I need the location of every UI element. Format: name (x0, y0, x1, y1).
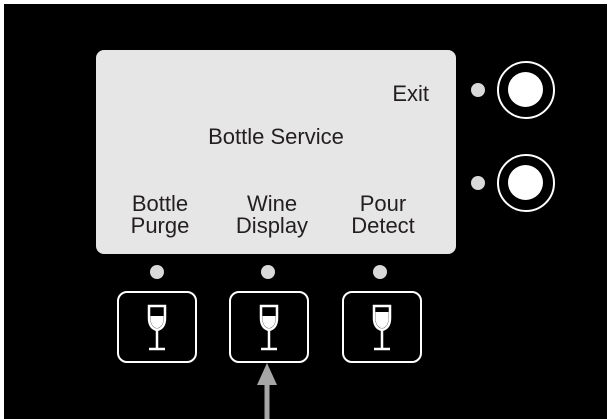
bottle-purge-button[interactable] (117, 291, 197, 363)
pour-detect-button[interactable] (342, 291, 422, 363)
softkey-label-line: Wine (246, 191, 298, 216)
softkey-label-line: Pour (359, 191, 407, 216)
softkey-label-wine-display: Wine Display (222, 193, 322, 237)
button-cap (508, 72, 543, 107)
pour-detect-indicator-led (373, 265, 387, 279)
screen-title: Bottle Service (208, 124, 344, 149)
lower-indicator-led (471, 176, 485, 190)
wine-glass-icon (259, 304, 279, 351)
up-arrow-icon (257, 363, 277, 419)
exit-label: Exit (392, 81, 429, 106)
wine-glass-icon (372, 304, 392, 351)
softkey-label-line: Purge (130, 213, 190, 238)
wine-glass-icon (147, 304, 167, 351)
exit-button[interactable] (497, 61, 555, 119)
bottle-purge-indicator-led (150, 265, 164, 279)
button-cap (508, 165, 543, 200)
softkey-label-bottle-purge: Bottle Purge (110, 193, 210, 237)
softkey-label-line: Bottle (131, 191, 189, 216)
softkey-label-line: Detect (351, 213, 415, 238)
exit-indicator-led (471, 83, 485, 97)
softkey-label-pour-detect: Pour Detect (333, 193, 433, 237)
wine-display-button[interactable] (229, 291, 309, 363)
softkey-label-line: Display (235, 213, 309, 238)
lcd-screen: Exit Bottle Service Bottle Purge Wine Di… (96, 50, 456, 254)
control-panel: Exit Bottle Service Bottle Purge Wine Di… (4, 4, 607, 419)
wine-display-indicator-led (261, 265, 275, 279)
lower-side-button[interactable] (497, 154, 555, 212)
